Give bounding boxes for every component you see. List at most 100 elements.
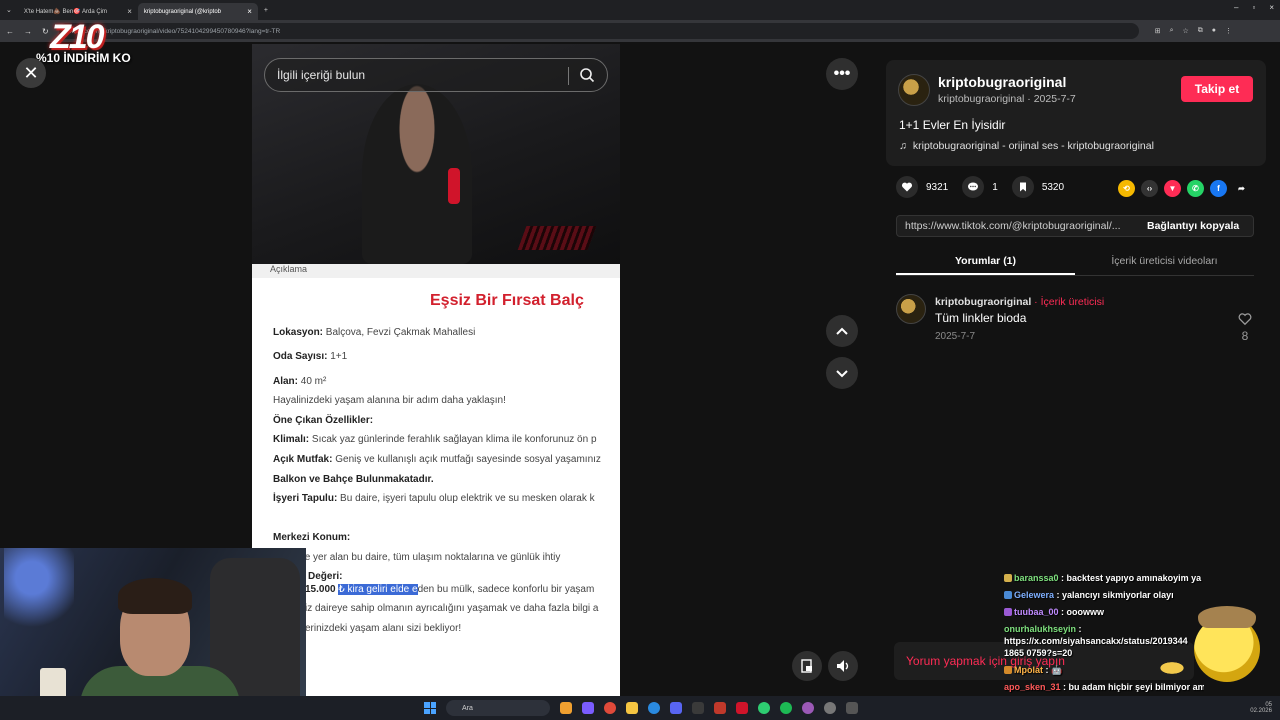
- like-stat[interactable]: 9321: [896, 176, 948, 198]
- chat-badge-icon: [1004, 591, 1012, 599]
- maximize-icon[interactable]: ▫: [1252, 3, 1255, 12]
- screen: ⌄ X'te Hatem💩 Ben🎯 Arda Çim × kriptobugr…: [0, 0, 1280, 720]
- repost-icon[interactable]: ⟲: [1118, 180, 1135, 197]
- app-icon[interactable]: [846, 702, 858, 714]
- comment-stat[interactable]: 1: [962, 176, 998, 198]
- profile-icon[interactable]: ●: [1212, 27, 1216, 35]
- video-document: Açıklama Eşsiz Bir Fırsat Balç Lokasyon:…: [252, 264, 620, 696]
- whatsapp-icon[interactable]: ✆: [1187, 180, 1204, 197]
- close-video-button[interactable]: ✕: [16, 58, 46, 88]
- related-search-input[interactable]: İlgili içeriği bulun: [264, 58, 608, 92]
- send-icon[interactable]: ▼: [1164, 180, 1181, 197]
- sound-link[interactable]: ♫ kriptobugraoriginal - orijinal ses - k…: [899, 140, 1154, 152]
- comment-text: Tüm linkler bioda: [935, 311, 1027, 325]
- taskbar-search[interactable]: Ara: [446, 700, 550, 716]
- chat-badge-icon: [1004, 608, 1012, 616]
- browser-tab-1[interactable]: kriptobugraoriginal (@kriptob ×: [137, 3, 258, 20]
- embed-icon[interactable]: ‹›: [1141, 180, 1158, 197]
- doc-line: kalbinde yer alan bu daire, tüm ulaşım n…: [273, 552, 561, 563]
- comment-icon: [962, 176, 985, 198]
- more-icon: •••: [833, 65, 851, 82]
- coins-emote: [1152, 658, 1192, 678]
- comment-like-button[interactable]: 8: [1238, 312, 1252, 343]
- video-link-url[interactable]: https://www.tiktok.com/@kriptobugraorigi…: [897, 220, 1137, 232]
- file-explorer-icon[interactable]: [560, 702, 572, 714]
- more-options-button[interactable]: •••: [826, 58, 858, 90]
- facebook-icon[interactable]: f: [1210, 180, 1227, 197]
- webcam-light: [4, 548, 74, 648]
- save-stat[interactable]: 5320: [1011, 176, 1064, 198]
- address-bar[interactable]: tiktok.com/@kriptobugraoriginal/video/75…: [58, 23, 1139, 39]
- back-icon[interactable]: ←: [6, 27, 14, 36]
- follow-button[interactable]: Takip et: [1181, 76, 1253, 102]
- taskbar-search-label: Ara: [462, 704, 473, 712]
- pip-icon: [801, 659, 812, 673]
- heart-icon: [896, 176, 918, 198]
- tab-comments[interactable]: Yorumlar (1): [896, 250, 1075, 275]
- tab-search-icon[interactable]: ⌄: [0, 6, 18, 14]
- menu-icon[interactable]: ⋮: [1225, 27, 1232, 35]
- music-note-icon: ♫: [899, 140, 907, 152]
- share-buttons: ⟲ ‹› ▼ ✆ f ➦: [1118, 180, 1250, 197]
- volume-button[interactable]: [828, 651, 858, 681]
- new-tab-icon[interactable]: +: [258, 7, 274, 14]
- system-clock[interactable]: 05 02.2026: [1250, 702, 1272, 714]
- app-icon[interactable]: [736, 702, 748, 714]
- comment-date: 2025-7-7: [935, 331, 976, 342]
- app-icon[interactable]: [714, 702, 726, 714]
- video-caption: 1+1 Evler En İyisidir: [899, 118, 1006, 132]
- chat-badge-icon: [1004, 666, 1012, 674]
- doc-line: Değeri:: [308, 571, 343, 582]
- video-player[interactable]: İlgili içeriği bulun Açıklama Eşsiz Bir …: [252, 44, 620, 696]
- minimize-icon[interactable]: –: [1234, 3, 1238, 12]
- edge-icon[interactable]: [648, 702, 660, 714]
- copy-link-button[interactable]: Bağlantıyı kopyala: [1137, 220, 1239, 232]
- tab-label: kriptobugraoriginal (@kriptob: [143, 8, 222, 15]
- streamer-webcam: [0, 548, 306, 720]
- forward-icon[interactable]: →: [24, 27, 32, 36]
- comment-avatar[interactable]: [896, 294, 926, 324]
- chevron-down-icon: [836, 370, 848, 378]
- comment-count: 1: [992, 181, 998, 193]
- app-icon[interactable]: [824, 702, 836, 714]
- stream-overlay-logo: Z10 %10 İNDİRİM KO: [36, 18, 136, 70]
- app-icon[interactable]: [802, 702, 814, 714]
- next-video-button[interactable]: [826, 357, 858, 389]
- browser-toolbar: ← → ↻ tiktok.com/@kriptobugraoriginal/vi…: [0, 20, 1280, 42]
- app-icon[interactable]: [692, 702, 704, 714]
- tab-close-icon[interactable]: ×: [127, 7, 132, 16]
- extensions-icon[interactable]: ⧉: [1198, 27, 1203, 35]
- bookmark-star-icon[interactable]: ☆: [1183, 27, 1189, 35]
- comment-item: kriptobugraoriginal · İçerik üreticisi T…: [896, 294, 1254, 354]
- copilot-icon[interactable]: [582, 702, 594, 714]
- doc-line: Öne Çıkan Özellikler:: [273, 415, 374, 426]
- comment-author[interactable]: kriptobugraoriginal · İçerik üreticisi: [935, 296, 1104, 308]
- share-arrow-icon[interactable]: ➦: [1233, 180, 1250, 197]
- doc-line: Hayalinizdeki yaşam alanına bir adım dah…: [273, 395, 506, 406]
- zoom-icon[interactable]: ⌕: [1170, 27, 1174, 35]
- doc-line: erinizdeki yaşam alanı sizi bekliyor!: [305, 623, 462, 634]
- doc-line: Açık Mutfak: Geniş ve kullanışlı açık mu…: [273, 454, 601, 465]
- creator-username[interactable]: kriptobugraoriginal: [938, 74, 1066, 90]
- chrome-icon[interactable]: [604, 702, 616, 714]
- search-icon[interactable]: [579, 67, 595, 83]
- doc-line: Lokasyon: Balçova, Fevzi Çakmak Mahalles…: [273, 327, 476, 338]
- tab-close-icon[interactable]: ×: [247, 7, 252, 16]
- document-title: Eşsiz Bir Fırsat Balç: [430, 292, 584, 309]
- translate-icon[interactable]: ⊞: [1155, 27, 1161, 35]
- window-close-icon[interactable]: ×: [1269, 3, 1274, 12]
- app-icon[interactable]: [758, 702, 770, 714]
- creator-avatar[interactable]: [898, 74, 930, 106]
- chat-message: onurhalukhseyin : https://x.com/siyahsan…: [1004, 624, 1188, 658]
- emote-face: [1194, 606, 1260, 682]
- tab-creator-videos[interactable]: İçerik üreticisi videoları: [1075, 250, 1254, 275]
- picture-in-picture-button[interactable]: [792, 651, 822, 681]
- chevron-up-icon: [836, 327, 848, 335]
- spotify-icon[interactable]: [780, 702, 792, 714]
- folder-icon[interactable]: [626, 702, 638, 714]
- sound-name: kriptobugraoriginal - orijinal ses - kri…: [912, 140, 1154, 152]
- discord-icon[interactable]: [670, 702, 682, 714]
- windows-start-icon[interactable]: [424, 702, 436, 714]
- search-divider: [568, 67, 569, 85]
- previous-video-button[interactable]: [826, 315, 858, 347]
